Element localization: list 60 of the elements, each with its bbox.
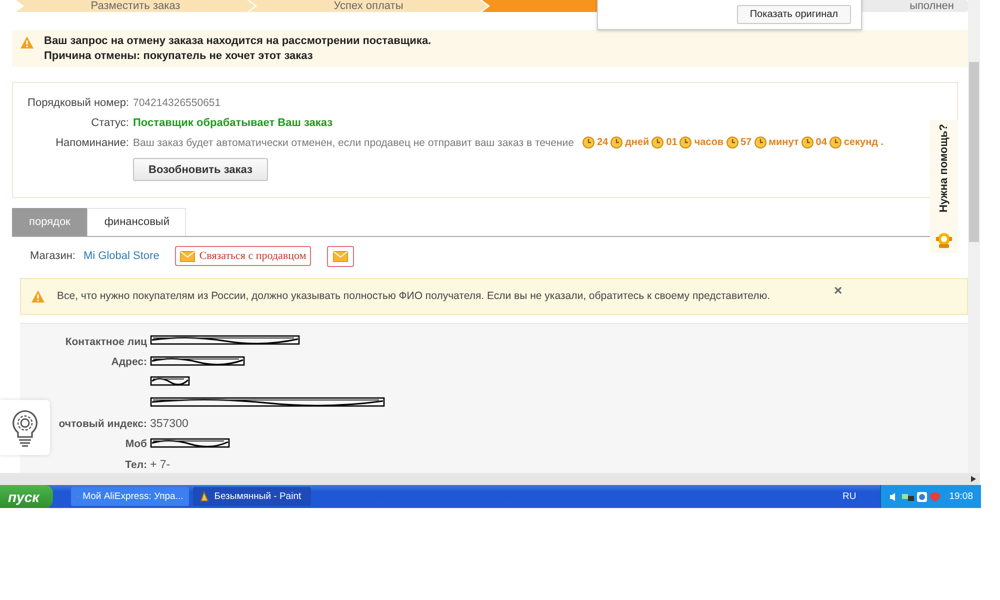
status-text: Поставщик обрабатывает Ваш заказ — [133, 116, 333, 128]
timer-unit: минут — [768, 137, 799, 148]
field-label: Статус: — [90, 116, 129, 128]
clock-icon — [610, 136, 624, 149]
field-value: 704214326550651 — [133, 96, 221, 108]
timer-value: 57 — [740, 137, 752, 148]
clock-icon — [679, 136, 692, 149]
progress-step: Успех оплаты — [249, 0, 488, 12]
network-icon[interactable] — [902, 492, 914, 502]
envelope-icon — [180, 250, 196, 262]
help-tab[interactable]: Нужна помощь? — [930, 120, 958, 253]
timer-value: 01 — [666, 137, 678, 148]
clock-icon — [800, 136, 814, 149]
contact-seller-button[interactable]: Связаться с продавцом — [175, 246, 312, 266]
start-button[interactable]: пуск — [0, 485, 54, 508]
field-label: Адрес: — [111, 356, 147, 368]
warning-icon — [20, 36, 34, 49]
lightbulb-icon — [11, 408, 39, 446]
envelope-icon — [333, 250, 348, 262]
field-value: + 7- — [150, 458, 170, 471]
timer-value: 24 — [596, 137, 608, 148]
progress-step: Разместить заказ — [16, 0, 255, 12]
timer-unit: секунд . — [844, 137, 884, 148]
tips-widget[interactable] — [0, 400, 50, 455]
scrollbar[interactable] — [0, 473, 980, 485]
timer-unit: часов — [694, 137, 724, 148]
shield-icon[interactable] — [917, 492, 928, 502]
notice-text: Причина отмены: покупатель не хочет этот заказ — [44, 49, 314, 64]
robot-icon — [935, 231, 953, 249]
field-value: Ваш заказ будет автоматически отменен, если продавец не отправит ваш заказ в течение — [133, 136, 574, 148]
warning-icon — [31, 290, 45, 303]
field-label: Порядковый номер: — [26, 96, 129, 108]
shop-link[interactable]: Mi Global Store — [84, 250, 160, 262]
notice-text: Все, что нужно покупателям из России, должно указывать полностью ФИО получателя. Если вы не указали, обратитесь к своему представителю. — [57, 290, 770, 302]
language-indicator[interactable]: RU — [842, 491, 856, 502]
clock-icon — [754, 136, 767, 149]
field-label: очтовый индекс: — [58, 418, 147, 430]
timer-value: 04 — [816, 137, 827, 148]
scrollbar[interactable] — [968, 0, 980, 473]
tab[interactable]: финансовый — [87, 208, 186, 236]
taskbar-button[interactable]: Мой AliExpress: Упра... — [71, 487, 190, 506]
clock-icon — [726, 136, 738, 149]
timer-unit: дней — [625, 137, 650, 148]
redaction-scribble — [150, 375, 190, 388]
clock-icon — [582, 136, 595, 149]
shop-label: Магазин: — [30, 250, 76, 262]
show-original-button[interactable]: Показать оригинал — [736, 5, 851, 24]
message-button[interactable] — [327, 246, 354, 267]
clock: 19:08 — [949, 491, 973, 502]
field-label: Моб — [125, 438, 147, 450]
close-icon[interactable]: × — [834, 282, 842, 298]
field-value: 357300 — [150, 418, 188, 430]
notice-text: Ваш запрос на отмену заказа находится на рассмотрении поставщика. — [44, 34, 432, 49]
taskbar-button[interactable]: Безымянный - Paint — [193, 487, 312, 506]
renew-order-button[interactable]: Возобновить заказ — [133, 158, 268, 181]
field-label: Напоминание: — [54, 136, 129, 148]
field-label: Контактное лиц — [65, 336, 147, 348]
field-label: Тел: — [125, 458, 147, 471]
clock-icon — [828, 136, 842, 149]
clock-icon — [651, 136, 664, 149]
